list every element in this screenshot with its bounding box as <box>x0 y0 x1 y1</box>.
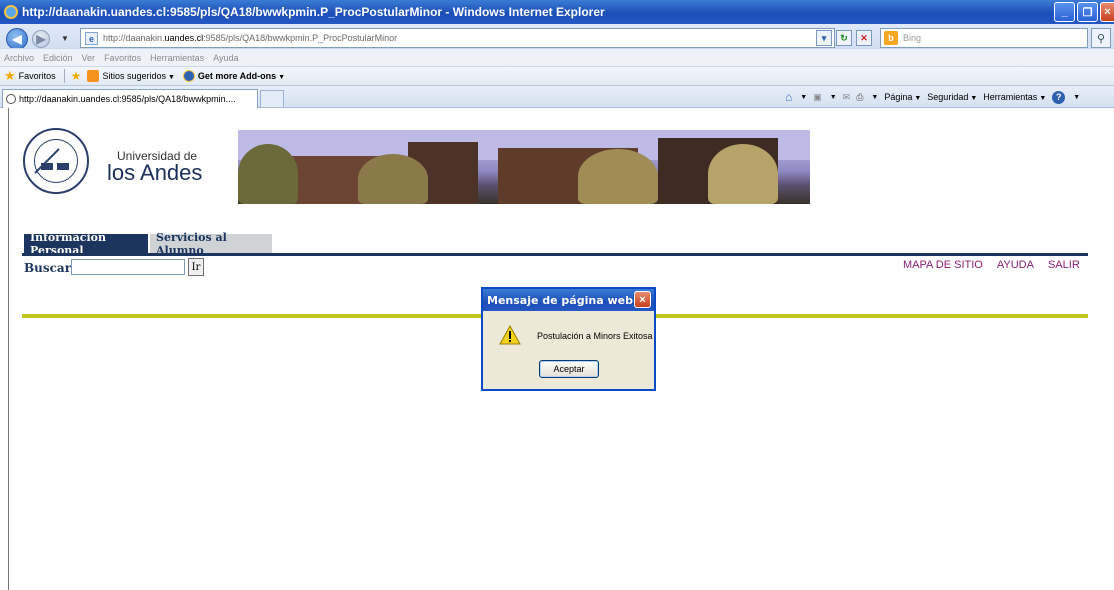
warning-icon <box>499 325 521 345</box>
alert-dialog: Mensaje de página web × Postulación a Mi… <box>481 287 656 391</box>
top-links: MAPA DE SITIO AYUDA SALIR <box>903 259 1080 271</box>
banner-tree <box>238 144 298 204</box>
tab-informacion-personal[interactable]: Información Personal <box>24 231 148 257</box>
url-field[interactable]: e http://daanakin. uandes.cl:9585/pls/QA1… <box>80 28 835 48</box>
page-menu[interactable]: Página ▼ <box>884 92 921 102</box>
url-suffix: :9585/pls/QA18/bwwkpmin.P_ProcPostularMi… <box>203 33 398 43</box>
command-bar: ⌂ ▼ ▣ ▼ ✉ ⎙ ▼ Página ▼ Seguridad ▼ Herramient… <box>785 90 1080 104</box>
banner-tree <box>358 154 428 204</box>
url-prefix: http://daanakin. <box>103 33 165 43</box>
ir-button[interactable]: Ir <box>188 258 204 276</box>
seal-book-left <box>41 163 53 170</box>
browser-tab[interactable]: http://daanakin.uandes.cl:9585/pls/QA18/… <box>2 89 258 108</box>
banner-tree <box>708 144 778 204</box>
dialog-title: Mensaje de página web <box>483 289 654 311</box>
buscar-input[interactable] <box>71 259 185 275</box>
mapa-de-sitio-link[interactable]: MAPA DE SITIO <box>903 259 983 271</box>
chevron-down-icon: ▼ <box>1039 95 1047 102</box>
buscar-label: Buscar <box>24 261 72 275</box>
search-input[interactable]: b Bing <box>880 28 1088 48</box>
help-icon[interactable]: ? <box>1052 90 1066 104</box>
feeds-icon[interactable]: ▣ <box>813 92 822 103</box>
print-icon[interactable]: ⎙ <box>856 92 863 103</box>
university-name-line2: los Andes <box>107 160 203 185</box>
tab-title: http://daanakin.uandes.cl:9585/pls/QA18/… <box>19 94 236 104</box>
tab-servicios-al-alumno[interactable]: Servicios al Alumno <box>150 231 272 257</box>
new-tab-button[interactable] <box>260 90 284 107</box>
bing-icon: b <box>884 31 898 45</box>
menu-ver[interactable]: Ver <box>82 53 96 63</box>
favorites-bar: ★ Favoritos ★ Sitios sugeridos ▼ Get more… <box>0 66 1114 86</box>
addons-icon <box>182 70 195 82</box>
tab-bar: http://daanakin.uandes.cl:9585/pls/QA18/… <box>0 86 1114 108</box>
menu-bar: Archivo Edición Ver Favoritos Herramient… <box>0 48 1114 66</box>
suggested-sites-label: Sitios sugeridos <box>102 71 166 81</box>
chevron-down-icon[interactable]: ▼ <box>1073 94 1080 101</box>
loading-icon <box>6 94 16 104</box>
close-window-button[interactable]: × <box>1100 2 1114 22</box>
campus-banner-image <box>238 130 810 204</box>
chevron-down-icon: ▼ <box>970 95 978 102</box>
chevron-down-icon[interactable]: ▼ <box>800 94 807 101</box>
menu-herramientas[interactable]: Herramientas <box>150 53 204 63</box>
url-actions: ▾ ↻ ✕ <box>816 30 872 46</box>
suggested-sites-button[interactable]: Sitios sugeridos ▼ <box>102 71 174 81</box>
page-menu-label: Página <box>884 92 913 102</box>
forward-button[interactable]: ▶ <box>32 30 50 48</box>
university-seal-logo <box>23 128 89 194</box>
tools-menu[interactable]: Herramientas ▼ <box>983 92 1046 102</box>
menu-archivo[interactable]: Archivo <box>4 53 34 63</box>
internet-explorer-icon <box>4 5 18 19</box>
menu-favoritos[interactable]: Favoritos <box>104 53 141 63</box>
menu-ayuda[interactable]: Ayuda <box>213 53 238 63</box>
aceptar-button[interactable]: Aceptar <box>539 360 599 378</box>
address-dropdown-icon[interactable]: ▾ <box>816 30 832 46</box>
favorites-button[interactable]: Favoritos <box>19 71 56 81</box>
minimize-button[interactable]: _ <box>1054 2 1075 22</box>
history-dropdown-icon[interactable]: ▼ <box>61 34 69 43</box>
back-button[interactable]: ◀ <box>6 28 28 50</box>
window-title: http://daanakin.uandes.cl:9585/pls/QA18/… <box>22 5 605 19</box>
menu-edicion[interactable]: Edición <box>43 53 73 63</box>
refresh-icon[interactable]: ↻ <box>836 30 852 46</box>
salir-link[interactable]: SALIR <box>1048 259 1080 271</box>
tools-menu-label: Herramientas <box>983 92 1038 102</box>
ayuda-link[interactable]: AYUDA <box>997 259 1034 271</box>
chevron-down-icon: ▼ <box>914 95 922 102</box>
chevron-down-icon[interactable]: ▼ <box>871 94 878 101</box>
favorites-star-icon: ★ <box>4 68 16 83</box>
window-controls: _ ❐ × <box>1054 2 1114 22</box>
banner-tree <box>578 149 658 204</box>
seal-inner-ring <box>34 139 78 183</box>
window-titlebar: http://daanakin.uandes.cl:9585/pls/QA18/… <box>0 0 1114 24</box>
home-icon[interactable]: ⌂ <box>785 90 792 104</box>
url-domain: uandes.cl <box>164 33 204 43</box>
security-menu[interactable]: Seguridad ▼ <box>927 92 977 102</box>
seal-book-right <box>57 163 69 170</box>
maximize-button[interactable]: ❐ <box>1077 2 1098 22</box>
chevron-down-icon: ▼ <box>167 74 175 81</box>
security-menu-label: Seguridad <box>927 92 969 102</box>
search-placeholder: Bing <box>903 33 922 43</box>
stop-icon[interactable]: ✕ <box>856 30 872 46</box>
separator <box>63 69 65 83</box>
chevron-down-icon[interactable]: ▼ <box>830 94 837 101</box>
tab-underline <box>22 253 1088 256</box>
dialog-message: Postulación a Minors Exitosa <box>537 331 653 341</box>
mail-icon[interactable]: ✉ <box>843 92 851 103</box>
add-favorite-icon[interactable]: ★ <box>71 69 82 83</box>
dialog-close-button[interactable]: × <box>634 291 651 308</box>
search-icon[interactable]: ⚲ <box>1091 28 1111 48</box>
get-addons-label: Get more Add-ons <box>197 71 277 81</box>
get-addons-button[interactable]: Get more Add-ons ▼ <box>198 71 285 81</box>
page-icon: e <box>85 32 98 45</box>
chevron-down-icon: ▼ <box>278 74 286 81</box>
suggested-sites-icon <box>87 70 100 82</box>
